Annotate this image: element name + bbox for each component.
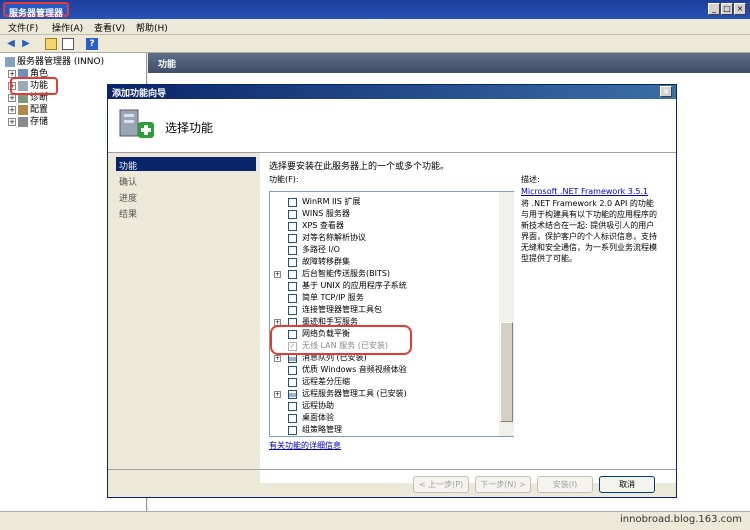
feature-checkbox[interactable] bbox=[288, 366, 297, 375]
toolbar: ◀ ▶ ? bbox=[0, 35, 750, 53]
feature-checkbox[interactable] bbox=[288, 270, 297, 279]
dialog-title: 添加功能向导 bbox=[112, 89, 167, 99]
expand-icon[interactable]: + bbox=[274, 271, 281, 278]
feature-checkbox[interactable] bbox=[288, 306, 297, 315]
menu-help[interactable]: 帮助(H) bbox=[136, 21, 168, 34]
dialog-header: 选择功能 bbox=[108, 99, 676, 153]
back-arrow-icon[interactable]: ◀ bbox=[5, 38, 17, 50]
feature-checkbox[interactable] bbox=[288, 258, 297, 267]
feature-label: 连接管理器管理工具包 bbox=[302, 305, 382, 314]
features-label: 功能(F): bbox=[269, 175, 299, 184]
expand-icon[interactable]: + bbox=[8, 117, 16, 126]
watermark: innobroad.blog.163.com bbox=[620, 514, 742, 525]
configuration-icon bbox=[18, 104, 28, 115]
feature-label: 对等名称解析协议 bbox=[302, 233, 366, 242]
feature-checkbox[interactable] bbox=[288, 246, 297, 255]
feature-checkbox[interactable] bbox=[288, 378, 297, 387]
feature-checkbox[interactable] bbox=[288, 222, 297, 231]
up-folder-icon[interactable] bbox=[45, 38, 57, 50]
add-features-wizard: 添加功能向导 × 选择功能 功能 确认 进度 结果 选择要安装在此服务器上的一个… bbox=[107, 84, 677, 498]
feature-label: 远程服务器管理工具 (已安装) bbox=[302, 389, 407, 398]
tree-item-configuration[interactable]: + 配置 bbox=[8, 104, 48, 116]
expand-icon[interactable]: + bbox=[274, 391, 281, 398]
menu-view[interactable]: 查看(V) bbox=[94, 21, 125, 34]
feature-checkbox[interactable] bbox=[288, 390, 297, 399]
add-feature-icon bbox=[119, 109, 154, 138]
menu-bar: 文件(F) 操作(A) 查看(V) 帮助(H) bbox=[0, 19, 750, 35]
scrollbar-thumb[interactable] bbox=[500, 322, 513, 422]
dialog-close-button[interactable]: × bbox=[660, 86, 672, 97]
title-bar: 服务器管理器 _ □ × bbox=[0, 0, 750, 19]
feature-label: 基于 UNIX 的应用程序子系统 bbox=[302, 281, 407, 290]
more-info-link[interactable]: 有关功能的详细信息 bbox=[269, 440, 341, 451]
window-title: 服务器管理器 bbox=[3, 2, 70, 19]
previous-button[interactable]: < 上一步(P) bbox=[413, 476, 469, 493]
description-label: 描述: bbox=[521, 175, 540, 184]
cancel-button[interactable]: 取消 bbox=[599, 476, 655, 493]
install-button[interactable]: 安装(I) bbox=[537, 476, 593, 493]
wizard-steps: 功能 确认 进度 结果 bbox=[108, 153, 260, 483]
menu-action[interactable]: 操作(A) bbox=[52, 21, 83, 34]
main-header: 功能 bbox=[148, 53, 750, 73]
feature-checkbox[interactable] bbox=[288, 282, 297, 291]
forward-arrow-icon[interactable]: ▶ bbox=[20, 38, 32, 50]
highlight-circle-features bbox=[10, 77, 58, 95]
feature-label: WINS 服务器 bbox=[302, 209, 350, 218]
step-progress[interactable]: 进度 bbox=[116, 189, 256, 204]
feature-checkbox[interactable] bbox=[288, 210, 297, 219]
maximize-button[interactable]: □ bbox=[721, 3, 733, 15]
feature-checkbox[interactable] bbox=[288, 426, 297, 435]
feature-label: WinRM IIS 扩展 bbox=[302, 197, 361, 206]
expand-icon[interactable]: + bbox=[8, 105, 16, 114]
tree-root[interactable]: 服务器管理器 (INNO) bbox=[5, 56, 104, 68]
minimize-button[interactable]: _ bbox=[708, 3, 720, 15]
help-icon[interactable]: ? bbox=[86, 38, 98, 50]
feature-label: 远程差分压缩 bbox=[302, 377, 350, 386]
feature-checkbox[interactable] bbox=[288, 402, 297, 411]
step-confirm[interactable]: 确认 bbox=[116, 173, 256, 188]
highlight-circle-wireless-lan bbox=[270, 325, 412, 355]
close-button[interactable]: × bbox=[734, 3, 746, 15]
feature-label: 组策略管理 bbox=[302, 425, 342, 434]
feature-label: 多路径 I/O bbox=[302, 245, 340, 254]
menu-file[interactable]: 文件(F) bbox=[8, 21, 38, 34]
feature-checkbox[interactable] bbox=[288, 198, 297, 207]
storage-icon bbox=[18, 116, 28, 127]
feature-label: 桌面体验 bbox=[302, 413, 334, 422]
feature-checkbox[interactable] bbox=[288, 354, 297, 363]
feature-checkbox[interactable] bbox=[288, 294, 297, 303]
tree-item-storage[interactable]: + 存储 bbox=[8, 116, 48, 128]
feature-label: 简单 TCP/IP 服务 bbox=[302, 293, 364, 302]
instruction-text: 选择要安装在此服务器上的一个或多个功能。 bbox=[269, 162, 450, 172]
feature-label: 后台智能传送服务(BITS) bbox=[302, 269, 391, 278]
feature-label: 故障转移群集 bbox=[302, 257, 350, 266]
feature-label: 远程协助 bbox=[302, 401, 334, 410]
description-text: 将 .NET Framework 2.0 API 的功能与用于构建具有以下功能的… bbox=[521, 199, 657, 263]
feature-checkbox[interactable] bbox=[288, 234, 297, 243]
features-scrollbar[interactable] bbox=[499, 192, 514, 436]
feature-label: XPS 查看器 bbox=[302, 221, 344, 230]
next-button[interactable]: 下一步(N) > bbox=[475, 476, 531, 493]
show-hide-tree-icon[interactable] bbox=[62, 38, 74, 50]
footer-divider bbox=[108, 469, 676, 470]
feature-checkbox[interactable] bbox=[288, 414, 297, 423]
expand-icon[interactable]: + bbox=[274, 355, 281, 362]
dialog-heading: 选择功能 bbox=[165, 121, 214, 135]
step-results[interactable]: 结果 bbox=[116, 205, 256, 220]
dialog-title-bar: 添加功能向导 × bbox=[108, 85, 676, 99]
step-features[interactable]: 功能 bbox=[116, 157, 256, 172]
features-list[interactable]: WinRM IIS 扩展 WINS 服务器 XPS 查看器对等名称解析协议 多路径 I… bbox=[269, 191, 514, 437]
description-link[interactable]: Microsoft .NET Framework 3.5.1 bbox=[521, 187, 661, 196]
feature-label: 优质 Windows 音频视频体验 bbox=[302, 365, 407, 374]
server-icon bbox=[5, 56, 15, 67]
